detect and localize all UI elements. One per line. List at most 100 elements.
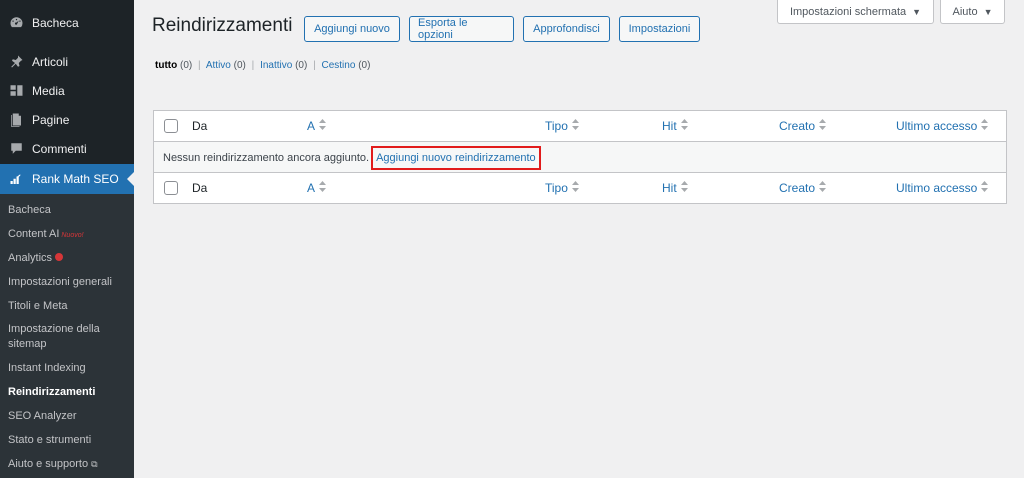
column-footer-hit[interactable]: Hit — [662, 180, 688, 196]
select-all-checkbox[interactable] — [164, 181, 178, 195]
menu-item-bacheca[interactable]: Bacheca — [0, 8, 134, 37]
submenu-item-seo-analyzer[interactable]: SEO Analyzer — [8, 409, 132, 424]
submenu-item-titoli-e-meta[interactable]: Titoli e Meta — [8, 299, 132, 314]
column-footer-ultimo-accesso[interactable]: Ultimo accesso — [896, 180, 989, 196]
export-options-button[interactable]: Esporta le opzioni — [409, 16, 514, 42]
view-count: (0) — [358, 60, 371, 71]
sort-arrows-icon — [981, 180, 989, 195]
submenu-item-content-ai[interactable]: Content AI Nuovo! — [8, 227, 132, 243]
submenu-label: Aiuto e supporto — [8, 458, 89, 470]
column-footer-a[interactable]: A — [307, 180, 327, 196]
menu-item-commenti[interactable]: Commenti — [0, 134, 134, 163]
rank-math-icon — [8, 171, 24, 187]
column-label: Creato — [779, 181, 816, 195]
sort-arrows-icon — [981, 118, 989, 133]
column-label: Hit — [662, 181, 677, 195]
column-label: A — [307, 119, 316, 133]
view-count: (0) — [295, 60, 308, 71]
screen-options-button[interactable]: Impostazioni schermata ▼ — [777, 0, 934, 24]
empty-message: Nessun reindirizzamento ancora aggiunto. — [163, 151, 370, 164]
view-separator: | — [313, 60, 316, 71]
column-header-a[interactable]: A — [307, 118, 327, 134]
submenu-label: Content AI — [8, 228, 60, 240]
column-header-tipo[interactable]: Tipo — [545, 118, 579, 134]
column-header-hit[interactable]: Hit — [662, 118, 688, 134]
submenu-label: Impostazioni generali — [8, 276, 112, 288]
column-label: Creato — [779, 119, 816, 133]
submenu-label: Titoli e Meta — [8, 300, 68, 312]
view-count: (0) — [233, 60, 246, 71]
table-footer-row: Da A Tipo Hit Creato Ultimo accesso — [154, 172, 1006, 203]
caret-down-icon: ▼ — [983, 6, 993, 17]
sort-arrows-icon — [680, 118, 688, 133]
sort-arrows-icon — [819, 180, 827, 195]
admin-sidebar: Bacheca Articoli Media Pagine Commenti R… — [0, 0, 134, 478]
view-inactive[interactable]: Inattivo — [260, 60, 292, 71]
redirections-table: Da A Tipo Hit Creato Ultimo accesso Ness… — [153, 110, 1007, 204]
submenu-label: Instant Indexing — [8, 362, 86, 374]
learn-more-button[interactable]: Approfondisci — [523, 16, 610, 42]
comment-icon — [8, 141, 24, 157]
view-trash[interactable]: Cestino — [322, 60, 356, 71]
view-count: (0) — [180, 60, 193, 71]
menu-item-rank-math-seo[interactable]: Rank Math SEO — [0, 164, 134, 194]
column-header-da[interactable]: Da — [192, 119, 207, 133]
submenu-item-aiuto-e-supporto[interactable]: Aiuto e supporto ⧉ — [8, 457, 132, 472]
menu-label: Commenti — [32, 141, 87, 156]
active-arrow — [127, 172, 134, 186]
column-footer-da[interactable]: Da — [192, 181, 207, 195]
submenu-item-analytics[interactable]: Analytics — [8, 251, 132, 266]
status-filter-views: tutto (0) | Attivo (0) | Inattivo (0) | … — [155, 60, 370, 71]
column-footer-creato[interactable]: Creato — [779, 180, 827, 196]
add-new-button[interactable]: Aggiungi nuovo — [304, 16, 400, 42]
column-label: Ultimo accesso — [896, 119, 978, 133]
new-badge: Nuovo! — [61, 232, 84, 239]
submenu-item-impostazioni-generali[interactable]: Impostazioni generali — [8, 275, 132, 290]
column-label: A — [307, 181, 316, 195]
rank-math-submenu: Bacheca Content AI Nuovo! Analytics Impos… — [0, 194, 134, 478]
table-header-row: Da A Tipo Hit Creato Ultimo accesso — [154, 111, 1006, 142]
help-label: Aiuto — [952, 5, 978, 18]
submenu-label: Impostazione della sitemap — [8, 323, 100, 350]
column-footer-tipo[interactable]: Tipo — [545, 180, 579, 196]
menu-label: Media — [32, 83, 65, 98]
page-icon — [8, 112, 24, 128]
settings-button[interactable]: Impostazioni — [619, 16, 700, 42]
submenu-label: Stato e strumenti — [8, 434, 92, 446]
sort-arrows-icon — [571, 118, 579, 133]
menu-item-pagine[interactable]: Pagine — [0, 105, 134, 134]
empty-table-row: Nessun reindirizzamento ancora aggiunto.… — [154, 142, 1006, 173]
external-link-icon: ⧉ — [91, 459, 98, 469]
column-label: Hit — [662, 119, 677, 133]
sort-arrows-icon — [571, 180, 579, 195]
view-separator: | — [198, 60, 201, 71]
screen-options-label: Impostazioni schermata — [789, 5, 907, 18]
sort-arrows-icon — [680, 180, 688, 195]
submenu-item-bacheca[interactable]: Bacheca — [8, 203, 132, 218]
select-all-checkbox[interactable] — [164, 119, 178, 133]
add-new-redirection-link[interactable]: Aggiungi nuovo reindirizzamento — [371, 145, 541, 170]
dashboard-icon — [8, 15, 24, 31]
sort-arrows-icon — [819, 118, 827, 133]
column-label: Ultimo accesso — [896, 181, 978, 195]
submenu-label: SEO Analyzer — [8, 410, 77, 422]
submenu-item-sitemap[interactable]: Impostazione della sitemap — [8, 322, 120, 352]
submenu-item-reindirizzamenti[interactable]: Reindirizzamenti — [8, 385, 132, 400]
caret-down-icon: ▼ — [912, 6, 922, 17]
sort-arrows-icon — [319, 118, 327, 133]
menu-label: Bacheca — [32, 15, 79, 30]
view-all[interactable]: tutto — [155, 60, 177, 71]
menu-label: Pagine — [32, 112, 70, 127]
help-button[interactable]: Aiuto ▼ — [940, 0, 1005, 24]
submenu-item-stato-e-strumenti[interactable]: Stato e strumenti — [8, 433, 132, 448]
sort-arrows-icon — [319, 180, 327, 195]
notification-dot-icon — [55, 253, 64, 262]
submenu-item-instant-indexing[interactable]: Instant Indexing — [8, 361, 132, 376]
menu-item-media[interactable]: Media — [0, 76, 134, 105]
view-active[interactable]: Attivo — [206, 60, 231, 71]
column-header-creato[interactable]: Creato — [779, 118, 827, 134]
view-separator: | — [251, 60, 255, 71]
column-label: Tipo — [545, 119, 568, 133]
column-header-ultimo-accesso[interactable]: Ultimo accesso — [896, 118, 989, 134]
menu-item-articoli[interactable]: Articoli — [0, 47, 134, 76]
